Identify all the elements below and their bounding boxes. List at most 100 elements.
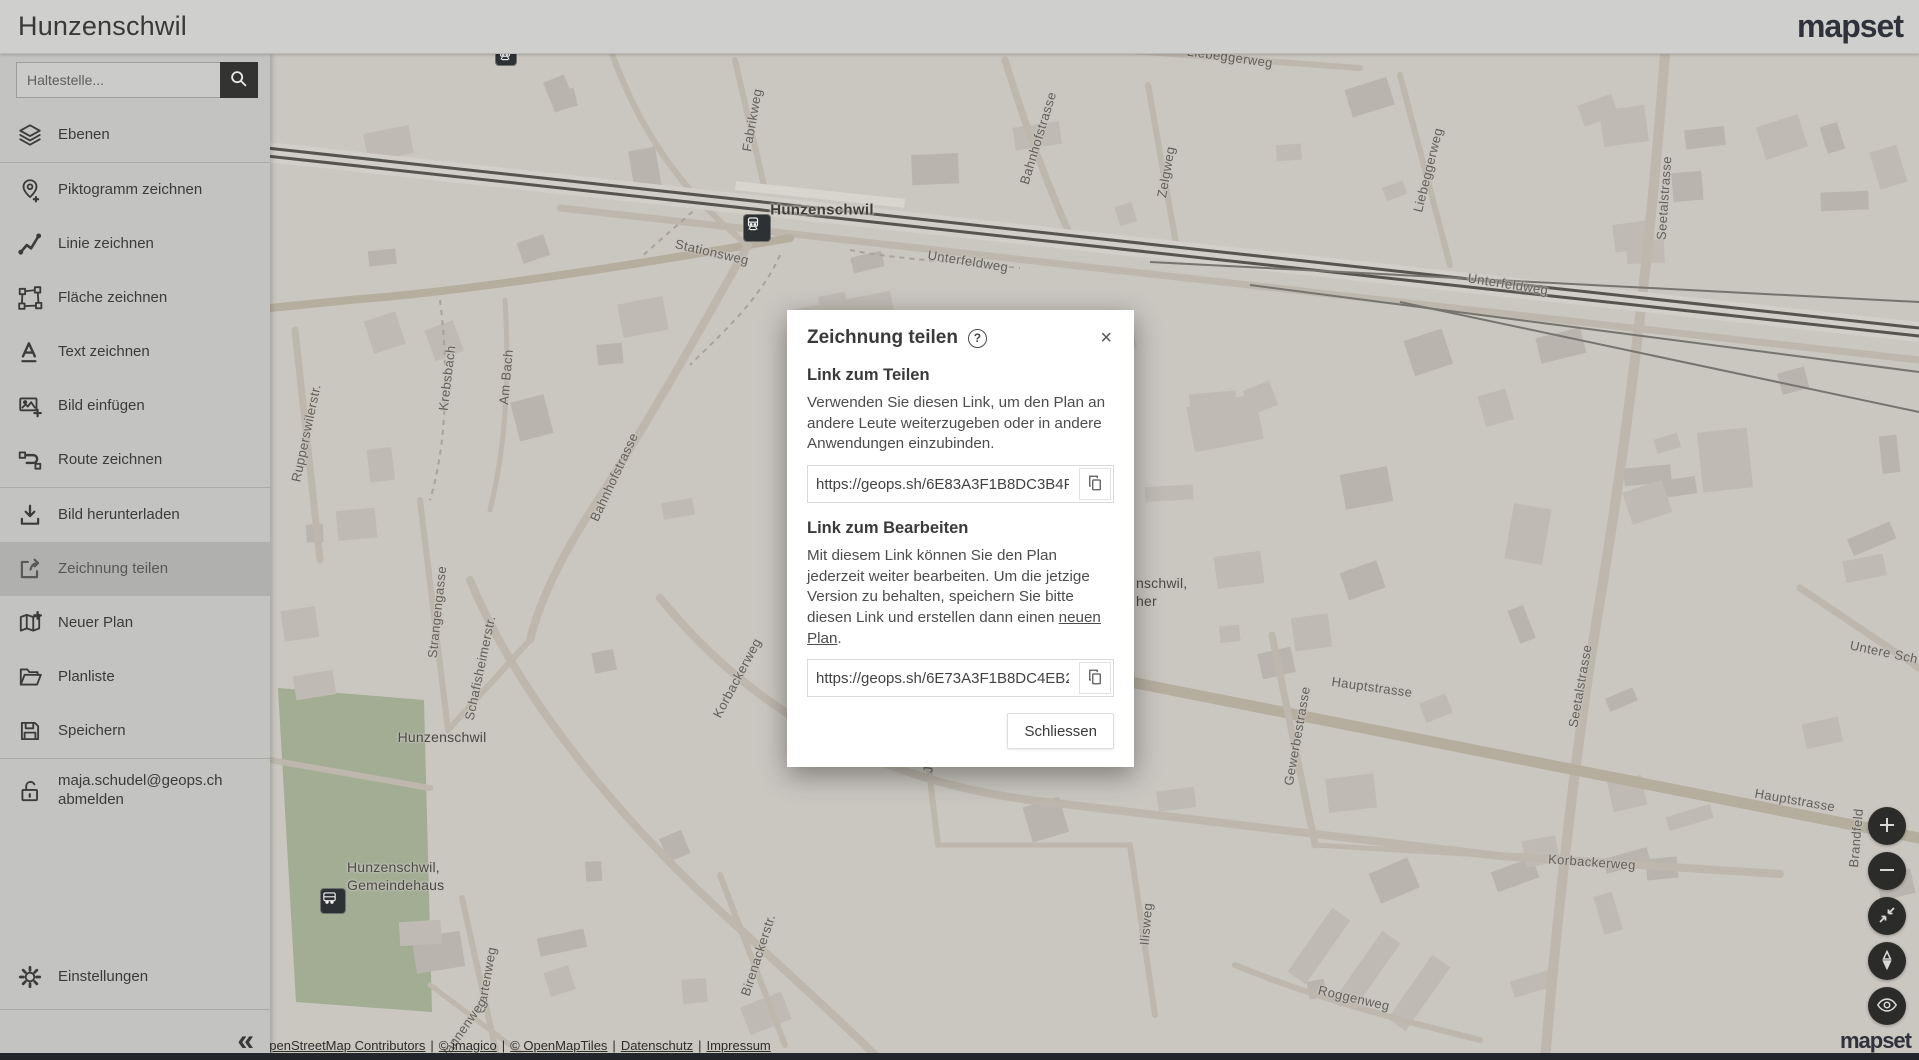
edit-url-input[interactable] bbox=[808, 660, 1077, 696]
attribution-separator: | bbox=[430, 1038, 433, 1053]
share-icon bbox=[16, 555, 44, 583]
help-icon[interactable]: ? bbox=[968, 329, 987, 348]
attribution-link[interactable]: Datenschutz bbox=[621, 1038, 693, 1053]
copy-edit-url-button[interactable] bbox=[1079, 662, 1111, 694]
sidebar-item-label: Text zeichnen bbox=[58, 343, 150, 362]
folder-icon bbox=[16, 663, 44, 691]
map-controls bbox=[1868, 807, 1906, 1025]
text-icon bbox=[16, 338, 44, 366]
zoom-out-button[interactable] bbox=[1868, 852, 1906, 890]
page-title: Hunzenschwil bbox=[18, 11, 187, 42]
share-link-heading: Link zum Teilen bbox=[807, 366, 1114, 385]
sidebar-item-label: Neuer Plan bbox=[58, 614, 133, 633]
edit-description-period: . bbox=[837, 630, 841, 647]
edit-link-description: Mit diesem Link können Sie den Plan jede… bbox=[807, 546, 1114, 649]
sidebar-menu: Ebenen Piktogramm zeichnen Linie zeichnen F… bbox=[0, 108, 270, 823]
eye-icon bbox=[1876, 994, 1898, 1019]
attribution-link[interactable]: © imagico bbox=[439, 1038, 497, 1053]
sidebar-item-neuer-plan[interactable]: Neuer Plan bbox=[0, 596, 270, 650]
sidebar-item-bild-herunterladen[interactable]: Bild herunterladen bbox=[0, 488, 270, 542]
attribution-link[interactable]: © OpenStreetMap Contributors bbox=[246, 1038, 425, 1053]
header: Hunzenschwil mapset bbox=[0, 0, 1919, 54]
sidebar-item-einstellungen[interactable]: Einstellungen bbox=[0, 950, 270, 1004]
sidebar-collapse-button[interactable]: « bbox=[237, 1026, 254, 1056]
sidebar-item-label: Planliste bbox=[58, 668, 115, 687]
share-dialog: Zeichnung teilen ? × Link zum Teilen Ver… bbox=[787, 310, 1134, 767]
sidebar-item-label: Einstellungen bbox=[58, 968, 148, 987]
plus-icon bbox=[1877, 815, 1897, 838]
search-icon bbox=[228, 68, 250, 93]
close-icon[interactable]: × bbox=[1098, 326, 1114, 350]
image-add-icon bbox=[16, 392, 44, 420]
map-label-place: Hunzenschwil bbox=[398, 729, 487, 745]
map-label-place: Gemeindehaus bbox=[347, 877, 444, 893]
sidebar-item-text[interactable]: Text zeichnen bbox=[0, 325, 270, 379]
mapset-logo-small: mapset bbox=[1840, 1028, 1911, 1054]
dialog-footer: Schliessen bbox=[807, 713, 1114, 749]
sidebar-item-route[interactable]: Route zeichnen bbox=[0, 433, 270, 487]
edit-description-text: Mit diesem Link können Sie den Plan jede… bbox=[807, 547, 1090, 626]
attribution-link[interactable]: © OpenMapTiles bbox=[510, 1038, 607, 1053]
search-row bbox=[16, 62, 258, 98]
sidebar-item-label: Ebenen bbox=[58, 126, 110, 145]
sidebar-item-label: Bild einfügen bbox=[58, 397, 145, 416]
sidebar-item-label: Speichern bbox=[58, 722, 126, 741]
sidebar: Ebenen Piktogramm zeichnen Linie zeichnen F… bbox=[0, 54, 270, 1060]
sidebar-item-speichern[interactable]: Speichern bbox=[0, 704, 270, 758]
copy-icon bbox=[1086, 474, 1104, 495]
map-label-place: nschwil, bbox=[1136, 575, 1187, 591]
layers-icon bbox=[16, 121, 44, 149]
sidebar-item-planliste[interactable]: Planliste bbox=[0, 650, 270, 704]
attribution-separator: | bbox=[612, 1038, 615, 1053]
copy-share-url-button[interactable] bbox=[1079, 468, 1111, 500]
collapse-arrows-icon bbox=[1877, 905, 1897, 928]
sidebar-item-label: Fläche zeichnen bbox=[58, 289, 167, 308]
save-icon bbox=[16, 717, 44, 745]
search-button[interactable] bbox=[220, 62, 258, 98]
share-url-row bbox=[807, 465, 1114, 503]
sidebar-item-flaeche[interactable]: Fläche zeichnen bbox=[0, 271, 270, 325]
sidebar-item-label: Bild herunterladen bbox=[58, 506, 180, 525]
route-icon bbox=[16, 446, 44, 474]
search-input[interactable] bbox=[16, 62, 220, 98]
sidebar-item-label: Zeichnung teilen bbox=[58, 560, 168, 579]
attribution-separator: | bbox=[698, 1038, 701, 1053]
map-label-place: Hunzenschwil bbox=[770, 202, 874, 219]
sidebar-item-zeichnung-teilen[interactable]: Zeichnung teilen bbox=[0, 542, 270, 596]
download-icon bbox=[16, 501, 44, 529]
edit-link-heading: Link zum Bearbeiten bbox=[807, 519, 1114, 538]
schliessen-button[interactable]: Schliessen bbox=[1007, 713, 1114, 749]
sidebar-item-ebenen[interactable]: Ebenen bbox=[0, 108, 270, 162]
north-arrow-button[interactable] bbox=[1868, 942, 1906, 980]
dialog-header: Zeichnung teilen ? × bbox=[807, 326, 1114, 350]
share-url-input[interactable] bbox=[808, 466, 1077, 502]
sidebar-item-linie[interactable]: Linie zeichnen bbox=[0, 217, 270, 271]
zoom-in-button[interactable] bbox=[1868, 807, 1906, 845]
fit-extent-button[interactable] bbox=[1868, 897, 1906, 935]
lock-open-icon bbox=[16, 777, 44, 805]
settings-slot: Einstellungen bbox=[0, 950, 270, 1004]
bus-stop-icon[interactable] bbox=[321, 889, 345, 913]
dialog-title: Zeichnung teilen bbox=[807, 327, 958, 349]
attribution-bar: © OpenStreetMap Contributors | © imagico | ©… bbox=[246, 1038, 771, 1053]
sidebar-item-bild-einfuegen[interactable]: Bild einfügen bbox=[0, 379, 270, 433]
copy-icon bbox=[1086, 668, 1104, 689]
attribution-separator: | bbox=[502, 1038, 505, 1053]
attribution-link[interactable]: Impressum bbox=[706, 1038, 770, 1053]
map-label-place: Hunzenschwil, bbox=[347, 859, 440, 875]
sidebar-item-label: maja.schudel@geops.chabmelden bbox=[58, 772, 223, 810]
mapset-logo: mapset bbox=[1797, 8, 1903, 45]
sidebar-item-abmelden[interactable]: maja.schudel@geops.chabmelden bbox=[0, 759, 270, 823]
map-label-place: her bbox=[1136, 593, 1157, 609]
visibility-button[interactable] bbox=[1868, 987, 1906, 1025]
sidebar-item-label: Linie zeichnen bbox=[58, 235, 154, 254]
sidebar-item-piktogramm[interactable]: Piktogramm zeichnen bbox=[0, 163, 270, 217]
train-station-icon[interactable] bbox=[744, 215, 770, 241]
share-link-description: Verwenden Sie diesen Link, um den Plan a… bbox=[807, 393, 1114, 455]
polygon-icon bbox=[16, 284, 44, 312]
sidebar-item-label: Route zeichnen bbox=[58, 451, 162, 470]
divider bbox=[0, 1009, 270, 1010]
new-plan-icon bbox=[16, 609, 44, 637]
north-arrow-icon bbox=[1878, 950, 1896, 973]
edit-url-row bbox=[807, 659, 1114, 697]
